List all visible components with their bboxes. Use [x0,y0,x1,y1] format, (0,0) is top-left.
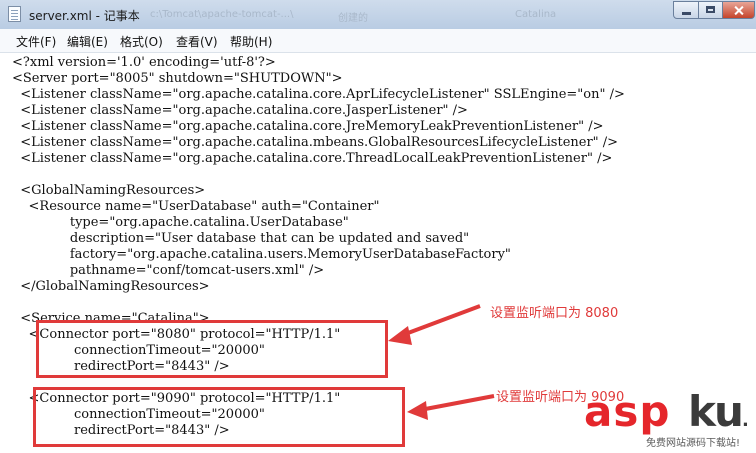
minimize-button[interactable] [673,1,699,19]
code-line: </GlobalNamingResources> [12,279,210,294]
code-line: <GlobalNamingResources> [12,183,206,198]
code-line: <Listener className="org.apache.catalina… [12,87,625,102]
menu-file[interactable]: 文件(F) [16,33,56,50]
code-line: <Listener className="org.apache.catalina… [12,103,468,118]
close-button[interactable] [722,1,755,19]
background-taskbar-label-3: Catalina [515,9,557,20]
background-taskbar-label-2: 创建的 [338,13,368,24]
notepad-icon [8,6,21,22]
xml-code: <?xml version='1.0' encoding='utf-8'?> <S… [12,55,625,439]
code-line: description="User database that can be u… [12,231,470,246]
watermark-brand-k: k [688,387,716,436]
annotation-note-8080: 设置监听端口为 8080 [490,306,619,321]
watermark-brand-dot: . [742,410,749,431]
aspku-watermark: asp k u . 免费网站源码下载站! [584,388,754,452]
background-taskbar-label-1: c:\Tomcat\apache-tomcat-...\ [150,9,294,20]
watermark-brand-asp: asp [584,387,671,436]
menu-format[interactable]: 格式(O) [120,33,163,50]
highlight-box-connector-8080 [36,320,388,378]
code-line: <Resource name="UserDatabase" auth="Cont… [12,199,380,214]
code-line: <Listener className="org.apache.catalina… [12,151,613,166]
code-line: factory="org.apache.catalina.users.Memor… [12,247,511,262]
code-line: <Listener className="org.apache.catalina… [12,135,619,150]
title-bar: server.xml - 记事本 c:\Tomcat\apache-tomcat… [0,0,756,30]
menu-bar: 文件(F) 编辑(E) 格式(O) 查看(V) 帮助(H) [0,29,756,53]
watermark-tagline: 免费网站源码下载站! [646,438,741,449]
code-line: <Server port="8005" shutdown="SHUTDOWN"> [12,71,343,86]
menu-edit[interactable]: 编辑(E) [67,33,108,50]
menu-help[interactable]: 帮助(H) [230,33,272,50]
highlight-box-connector-9090 [33,387,405,447]
menu-view[interactable]: 查看(V) [176,33,218,50]
code-line: <Listener className="org.apache.catalina… [12,119,604,134]
code-line: pathname="conf/tomcat-users.xml" /> [12,263,325,278]
code-line: <?xml version='1.0' encoding='utf-8'?> [12,55,276,70]
code-line: type="org.apache.catalina.UserDatabase" [12,215,349,230]
watermark-brand-u: u [714,387,744,436]
window-title: server.xml - 记事本 [29,9,140,23]
maximize-button[interactable] [698,1,723,19]
